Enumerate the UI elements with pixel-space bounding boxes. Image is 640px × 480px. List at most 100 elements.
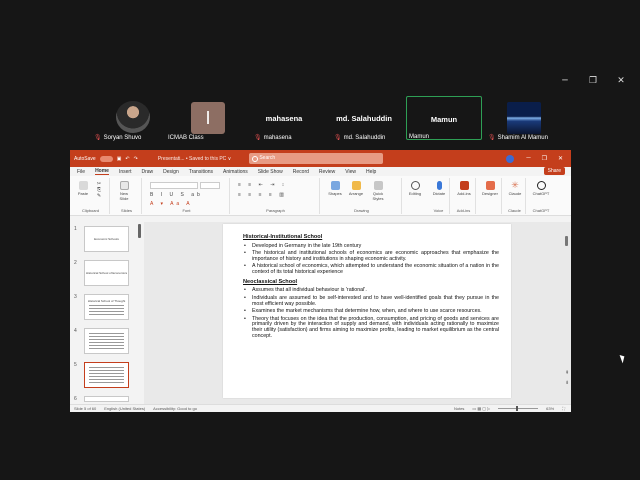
arrange-icon: [351, 181, 361, 190]
mic-muted-icon: 🎙: [94, 135, 102, 141]
tab-review[interactable]: Review: [319, 169, 335, 175]
tab-draw[interactable]: Draw: [141, 169, 153, 175]
close-icon[interactable]: ✕: [558, 155, 563, 162]
group-slides: New Slide Slides: [112, 178, 142, 214]
scroll-down-icon[interactable]: ⇟: [565, 380, 569, 386]
mic-muted-icon: 🎙: [488, 135, 496, 141]
quick-styles-icon: [373, 181, 383, 190]
shapes-icon: [330, 181, 340, 190]
tab-help[interactable]: Help: [366, 169, 376, 175]
redo-icon[interactable]: ↷: [134, 156, 138, 162]
claude-button[interactable]: ✳ Claude: [506, 181, 524, 197]
thumbnail-number: 5: [74, 362, 77, 368]
tab-view[interactable]: View: [345, 169, 356, 175]
zoom-level[interactable]: 63%: [546, 406, 554, 411]
bullet-list-historical: Developed in Germany in the late 19th ce…: [243, 243, 499, 276]
accessibility-status[interactable]: Accessibility: Good to go: [153, 406, 197, 411]
slide-thumbnail[interactable]: Historical School of Economics: [84, 260, 129, 286]
paste-button[interactable]: Paste: [76, 181, 90, 196]
minimize-icon[interactable]: ─: [560, 76, 570, 86]
view-buttons[interactable]: ▭ ▦ ▢ ▷: [472, 406, 490, 411]
add-ins-button[interactable]: Add-ins: [455, 181, 473, 196]
designer-button[interactable]: Designer: [480, 181, 500, 196]
participant-tile[interactable]: 🎙 Shamim Al Mamun: [486, 96, 562, 141]
tab-insert[interactable]: Insert: [119, 169, 132, 175]
group-label: Font: [182, 208, 191, 213]
bullet-item: A historical school of economics, which …: [243, 263, 499, 275]
tab-record[interactable]: Record: [293, 169, 309, 175]
tab-slide-show[interactable]: Slide Show: [258, 169, 283, 175]
arrange-button[interactable]: Arrange: [346, 181, 366, 196]
group-drawing: Shapes Arrange Quick Styles Drawing: [322, 178, 402, 214]
restore-icon[interactable]: ❐: [542, 155, 547, 162]
slide-scrollbar[interactable]: ⇞ ⇟: [565, 224, 569, 392]
save-icon[interactable]: ▣: [117, 156, 122, 162]
participant-display-name: Mamun: [430, 115, 458, 124]
chatgpt-button[interactable]: ChatGPT: [530, 181, 552, 196]
thumbnail-number: 6: [74, 396, 77, 402]
participant-tile[interactable]: 🎙 Soryan Shuvo: [86, 96, 162, 141]
participant-name: md. Salahuddin: [343, 134, 386, 141]
align-buttons[interactable]: ≡ ≡ ≡ ≡ ▥: [238, 192, 287, 198]
share-button[interactable]: Share: [543, 167, 565, 175]
font-name-field[interactable]: [150, 182, 198, 189]
close-icon[interactable]: ✕: [616, 76, 626, 86]
minimize-icon[interactable]: ─: [526, 155, 530, 162]
autosave-toggle[interactable]: [99, 155, 113, 162]
participant-tile[interactable]: md. Salahuddin 🎙 md. Salahuddin: [326, 96, 402, 141]
new-slide-icon: [119, 181, 129, 190]
current-slide[interactable]: Historical-Institutional School Develope…: [223, 224, 511, 398]
format-buttons[interactable]: B I U S ab: [150, 192, 203, 198]
thumbnail-scrollbar[interactable]: [138, 224, 141, 238]
cut-copy-icons[interactable]: ✂ ⎘ ✎: [94, 181, 104, 199]
tab-design[interactable]: Design: [163, 169, 179, 175]
status-bar: Slide 5 of 60 English (United States) Ac…: [70, 404, 571, 412]
participant-name: ICMAB Class: [168, 135, 204, 141]
participant-display-name: md. Salahuddin: [336, 114, 392, 123]
slide-heading-neoclassical: Neoclassical School: [243, 278, 298, 285]
group-label: Slides: [121, 208, 132, 213]
notes-button[interactable]: Notes: [454, 406, 464, 411]
tab-animations[interactable]: Animations: [223, 169, 248, 175]
restore-icon[interactable]: ❐: [588, 76, 598, 86]
group-label: Paragraph: [266, 208, 285, 213]
participant-tile-active[interactable]: Mamun Mamun: [406, 96, 482, 140]
zoom-slider[interactable]: [498, 406, 539, 411]
group-label: Voice: [433, 208, 444, 213]
tab-transitions[interactable]: Transitions: [189, 169, 213, 175]
new-slide-button[interactable]: New Slide: [116, 181, 132, 201]
fit-slide-icon[interactable]: ⛶: [562, 406, 565, 411]
slide-thumbnail-selected[interactable]: [84, 362, 129, 388]
editing-button[interactable]: Editing: [406, 181, 424, 196]
add-ins-icon: [459, 181, 469, 190]
account-avatar[interactable]: [506, 154, 515, 163]
undo-icon[interactable]: ↶: [125, 156, 129, 162]
tab-home[interactable]: Home: [95, 168, 109, 175]
font-size-field[interactable]: [200, 182, 220, 189]
search-input[interactable]: Search: [249, 153, 384, 164]
participant-tile[interactable]: I ICMAB Class: [166, 96, 242, 141]
shapes-button[interactable]: Shapes: [326, 181, 344, 196]
mic-muted-icon: 🎙: [254, 135, 262, 141]
slide-thumbnail[interactable]: Economic Schools: [84, 226, 129, 252]
scroll-up-icon[interactable]: ⇞: [565, 370, 569, 376]
slide-thumbnails: 1 Economic Schools 2 Historical School o…: [70, 222, 136, 404]
dictate-button[interactable]: Dictate: [430, 181, 448, 196]
thumbnail-number: 1: [74, 226, 77, 232]
font-color-buttons[interactable]: A ▾ Aa A: [150, 201, 193, 207]
file-name[interactable]: Presentati... • Saved to this PC ∨: [158, 156, 232, 162]
slide-thumbnail[interactable]: [84, 396, 129, 402]
slide-thumbnail[interactable]: Historical School of Thought: [84, 294, 129, 320]
slide-thumbnail[interactable]: [84, 328, 129, 354]
group-label: Clipboard: [81, 208, 100, 213]
tab-file[interactable]: File: [77, 169, 85, 175]
group-editing: Editing: [404, 178, 426, 214]
scroll-thumb[interactable]: [565, 236, 568, 246]
group-voice: Dictate Voice: [428, 178, 450, 214]
list-buttons[interactable]: ≡ ≡ ⇤ ⇥ ↕: [238, 182, 287, 188]
language-indicator[interactable]: English (United States): [104, 406, 145, 411]
bullet-item: Developed in Germany in the late 19th ce…: [243, 243, 499, 250]
group-designer: Designer: [478, 178, 502, 214]
participant-tile[interactable]: mahasena 🎙 mahasena: [246, 96, 322, 141]
quick-styles-button[interactable]: Quick Styles: [368, 181, 388, 201]
